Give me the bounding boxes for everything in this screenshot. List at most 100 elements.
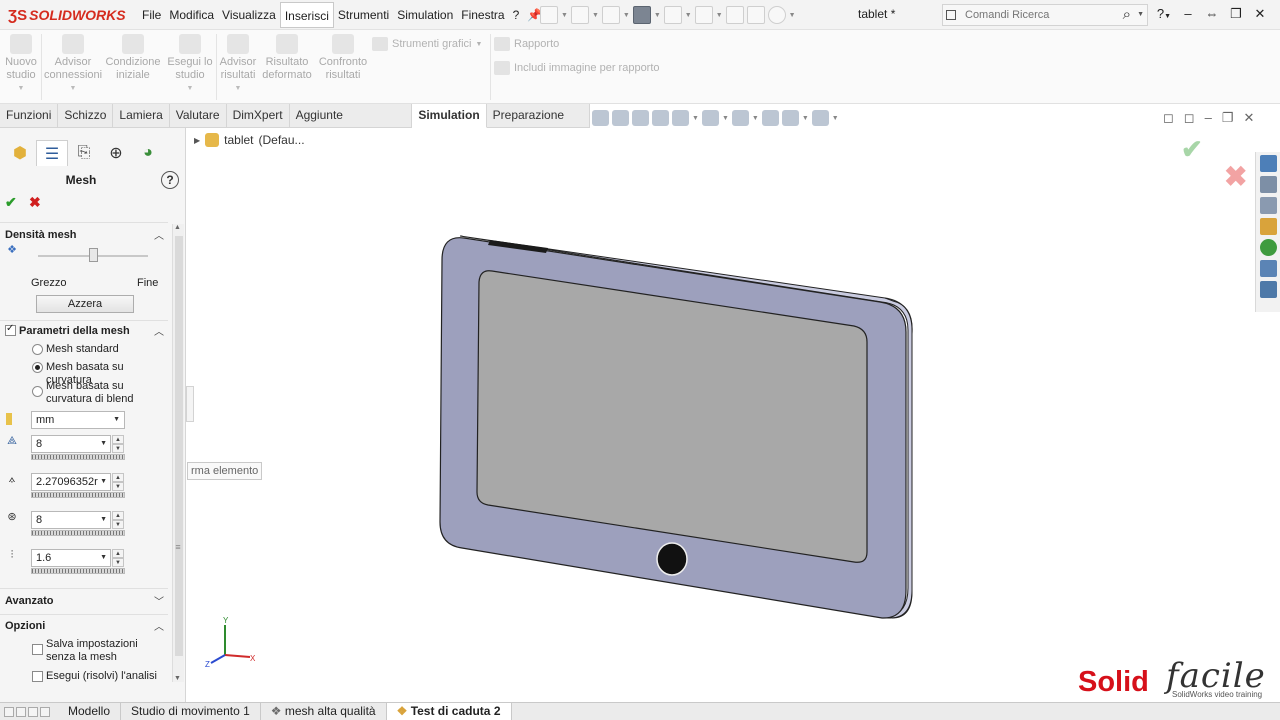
tab-drop-test[interactable]: ❖ Test di caduta 2: [386, 702, 512, 720]
mesh-density-header[interactable]: Densità mesh: [5, 229, 77, 241]
advanced-header[interactable]: Avanzato: [5, 595, 54, 607]
scroll-thumb[interactable]: [175, 236, 183, 656]
next-tab-icon[interactable]: [28, 706, 38, 717]
view-settings-icon[interactable]: [811, 110, 829, 126]
tab-modello[interactable]: Modello: [58, 702, 122, 720]
save-without-mesh-checkbox[interactable]: [32, 644, 43, 655]
panel-collapse-handle[interactable]: [186, 386, 194, 422]
min-size-thumbwheel[interactable]: [31, 492, 125, 498]
search-scope-icon[interactable]: [946, 10, 956, 20]
undo-icon[interactable]: [663, 6, 682, 24]
tab-preparazione-analisi[interactable]: Preparazione analisi: [487, 104, 590, 145]
fit-window-icon[interactable]: ⇔: [1200, 3, 1224, 25]
menu-help[interactable]: ?: [509, 2, 524, 28]
mesh-parameters-header[interactable]: Parametri della mesh: [19, 325, 130, 337]
tab-aggiunte[interactable]: Aggiunte SOLIDWORKS: [290, 104, 413, 145]
menu-inserisci[interactable]: Inserisci: [279, 2, 334, 28]
elements-circle-spinner[interactable]: ▲ ▼: [112, 511, 124, 529]
run-analysis-label[interactable]: Esegui (risolvi) l'analisi: [46, 670, 157, 683]
tab-lamiera[interactable]: Lamiera: [113, 104, 170, 128]
max-element-size-field[interactable]: 8 ▼: [31, 435, 111, 453]
scroll-down-icon[interactable]: ▼: [174, 675, 181, 682]
curvature-mesh-radio[interactable]: [32, 362, 43, 373]
chevron-down-icon[interactable]: ▼: [100, 550, 107, 566]
view-palette-icon[interactable]: [1259, 218, 1277, 235]
menu-visualizza[interactable]: Visualizza: [218, 2, 280, 28]
new-document-icon[interactable]: [540, 6, 558, 24]
section-view-icon[interactable]: [652, 110, 669, 126]
forum-icon[interactable]: [1259, 281, 1277, 298]
restore-doc-icon[interactable]: ❐: [1222, 110, 1234, 126]
tab-funzioni[interactable]: Funzioni: [0, 104, 59, 128]
tab-schizzo[interactable]: Schizzo: [58, 104, 114, 128]
last-tab-icon[interactable]: [40, 706, 50, 717]
results-advisor-button[interactable]: Advisor risultati ▼: [218, 34, 258, 95]
close-icon[interactable]: ✕: [1248, 3, 1272, 25]
panel-scrollbar[interactable]: ▲ ≡ ▼: [172, 224, 184, 682]
display-style-icon[interactable]: [701, 110, 719, 126]
restore-icon[interactable]: ❐: [1224, 3, 1248, 25]
min-size-spinner[interactable]: ▲ ▼: [112, 473, 124, 491]
save-dropdown-icon[interactable]: ▼: [623, 12, 630, 19]
custom-properties-icon[interactable]: [1259, 260, 1277, 277]
tab-mesh-study[interactable]: ❖ mesh alta qualità: [261, 702, 387, 720]
ok-check-icon[interactable]: ✔: [5, 194, 17, 211]
view-orientation-icon[interactable]: [672, 110, 689, 126]
command-search[interactable]: ⌕ ▼: [942, 4, 1148, 26]
design-library-icon[interactable]: [1259, 176, 1277, 193]
select-arrow-icon[interactable]: [694, 6, 713, 24]
select-dropdown-icon[interactable]: ▼: [716, 12, 723, 19]
minimize-doc-icon[interactable]: –: [1205, 110, 1212, 126]
include-image-button[interactable]: Includi immagine per rapporto: [494, 61, 660, 75]
close-doc-icon[interactable]: ✕: [1243, 110, 1254, 126]
growth-ratio-thumbwheel[interactable]: [31, 568, 125, 574]
cancel-x-icon[interactable]: ✖: [29, 194, 41, 211]
blended-curvature-mesh-radio[interactable]: [32, 386, 43, 397]
expand-chevron-icon[interactable]: ﹀: [154, 593, 164, 608]
chevron-down-icon[interactable]: ▼: [100, 474, 107, 490]
unit-select[interactable]: mm ▼: [31, 411, 125, 429]
elements-circle-thumbwheel[interactable]: [31, 530, 125, 536]
maximize-view-icon[interactable]: ◻: [1184, 110, 1195, 126]
confirm-cancel-icon[interactable]: ✖: [1224, 160, 1247, 193]
minimize-icon[interactable]: –: [1176, 3, 1200, 25]
standard-mesh-radio[interactable]: [32, 344, 43, 355]
tablet-3d-model[interactable]: [430, 230, 920, 625]
property-manager-tab[interactable]: ☰: [36, 140, 68, 166]
collapse-chevron-icon[interactable]: ︿: [154, 227, 164, 242]
hide-show-items-icon[interactable]: [731, 110, 749, 126]
tab-dimxpert[interactable]: DimXpert: [227, 104, 290, 128]
apply-scene-icon[interactable]: [781, 110, 799, 126]
chevron-down-icon[interactable]: ▼: [100, 436, 107, 452]
chevron-down-icon[interactable]: ▼: [100, 512, 107, 528]
help-menu-icon[interactable]: ?▼: [1152, 3, 1176, 25]
search-dropdown-icon[interactable]: ▼: [1137, 11, 1144, 18]
mesh-parameters-checkbox[interactable]: [5, 323, 16, 336]
options-dropdown-icon[interactable]: ▼: [789, 12, 796, 19]
help-icon[interactable]: ?: [161, 171, 179, 189]
search-icon[interactable]: ⌕: [1123, 6, 1131, 23]
menu-simulation[interactable]: Simulation: [393, 2, 457, 28]
max-size-thumbwheel[interactable]: [31, 454, 125, 460]
standard-mesh-label[interactable]: Mesh standard: [46, 343, 119, 356]
flyout-feature-tree[interactable]: ▶ tablet (Defau...: [194, 133, 305, 147]
menu-modifica[interactable]: Modifica: [165, 2, 218, 28]
new-dropdown-icon[interactable]: ▼: [561, 12, 568, 19]
density-slider-thumb[interactable]: [89, 248, 98, 262]
menu-strumenti[interactable]: Strumenti: [334, 2, 393, 28]
initial-condition-button[interactable]: Condizione iniziale: [104, 34, 162, 82]
run-analysis-checkbox[interactable]: [32, 671, 43, 682]
rebuild-icon[interactable]: [725, 6, 744, 24]
edit-appearance-icon[interactable]: [761, 110, 779, 126]
search-input[interactable]: [965, 7, 1115, 23]
growth-ratio-field[interactable]: 1.6 ▼: [31, 549, 111, 567]
open-folder-icon[interactable]: [570, 6, 589, 24]
prev-tab-icon[interactable]: [16, 706, 26, 717]
undo-dropdown-icon[interactable]: ▼: [685, 12, 692, 19]
compare-results-button[interactable]: Confronto risultati: [316, 34, 370, 82]
tab-motion-study[interactable]: Studio di movimento 1: [121, 702, 261, 720]
growth-ratio-spinner[interactable]: ▲ ▼: [112, 549, 124, 567]
deformed-result-button[interactable]: Risultato deformato: [260, 34, 314, 82]
confirm-ok-icon[interactable]: ✔: [1181, 134, 1203, 165]
display-manager-tab[interactable]: ◕: [132, 140, 164, 166]
